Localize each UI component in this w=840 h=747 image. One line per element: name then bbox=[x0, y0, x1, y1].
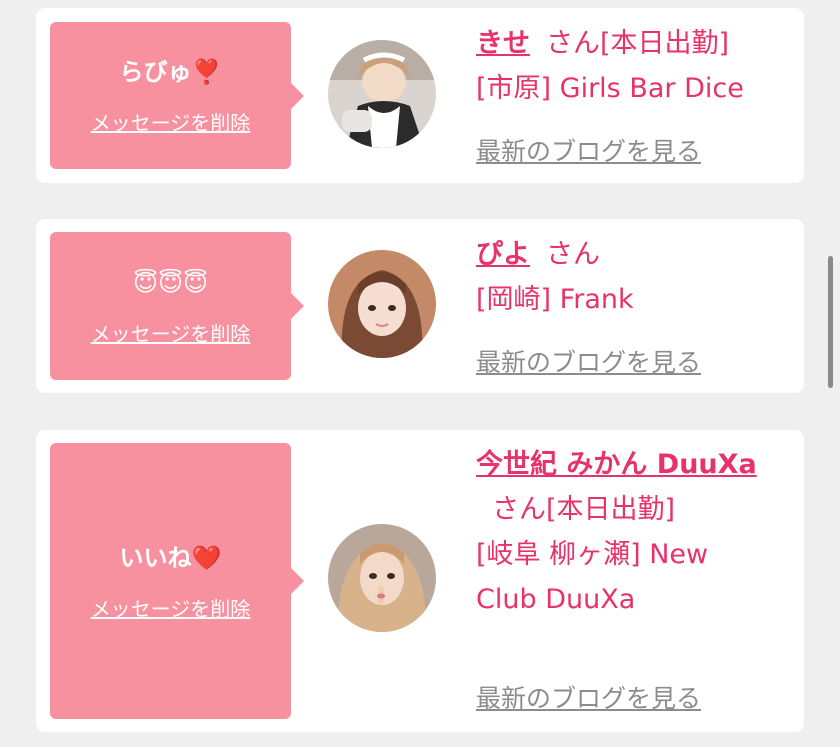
message-bubble: らびゅ❣️ メッセージを削除 bbox=[50, 22, 304, 169]
avatar[interactable] bbox=[328, 524, 436, 632]
cast-info: ぴよ さん [岡崎] Frank bbox=[476, 232, 776, 322]
cast-info: 今世紀 みかん DuuXa さん[本日出勤] [岐阜 柳ヶ瀬] New Club … bbox=[476, 442, 776, 622]
cast-status: さん bbox=[546, 239, 600, 270]
cast-status: さん[本日出勤] bbox=[492, 494, 676, 525]
message-text: いいね❤️ bbox=[119, 543, 222, 572]
shop-name: [市原] Girls Bar Dice bbox=[476, 73, 744, 104]
cast-name-link[interactable]: 今世紀 みかん DuuXa bbox=[476, 449, 757, 480]
cast-info: きせ さん[本日出勤] [市原] Girls Bar Dice bbox=[476, 21, 776, 111]
message-card: いいね❤️ メッセージを削除 今世紀 みかん DuuXa さん[本日出勤] [岐阜… bbox=[36, 430, 804, 732]
message-bubble: 😇😇😇 メッセージを削除 bbox=[50, 232, 304, 380]
message-card: らびゅ❣️ メッセージを削除 きせ さん[本日出勤] [市原] Girls Bar… bbox=[36, 8, 804, 183]
message-card: 😇😇😇 メッセージを削除 ぴよ さん [岡崎] Frank 最新のブログを見る bbox=[36, 219, 804, 393]
cast-name-link[interactable]: ぴよ bbox=[476, 239, 530, 270]
latest-blog-link[interactable]: 最新のブログを見る bbox=[476, 132, 701, 168]
cast-name-link[interactable]: きせ bbox=[476, 28, 530, 59]
shop-name: [岡崎] Frank bbox=[476, 284, 634, 315]
avatar[interactable] bbox=[328, 250, 436, 358]
latest-blog-link[interactable]: 最新のブログを見る bbox=[476, 343, 701, 379]
delete-message-link[interactable]: メッセージを削除 bbox=[91, 107, 251, 136]
latest-blog-link[interactable]: 最新のブログを見る bbox=[476, 679, 701, 715]
shop-name: [岐阜 柳ヶ瀬] New Club DuuXa bbox=[476, 539, 709, 615]
message-bubble: いいね❤️ メッセージを削除 bbox=[50, 443, 304, 719]
cast-status: さん[本日出勤] bbox=[546, 28, 730, 59]
delete-message-link[interactable]: メッセージを削除 bbox=[91, 593, 251, 622]
message-text: らびゅ❣️ bbox=[119, 58, 222, 86]
avatar[interactable] bbox=[328, 40, 436, 148]
delete-message-link[interactable]: メッセージを削除 bbox=[91, 318, 251, 347]
message-text: 😇😇😇 bbox=[132, 268, 209, 297]
scrollbar[interactable] bbox=[828, 256, 833, 388]
